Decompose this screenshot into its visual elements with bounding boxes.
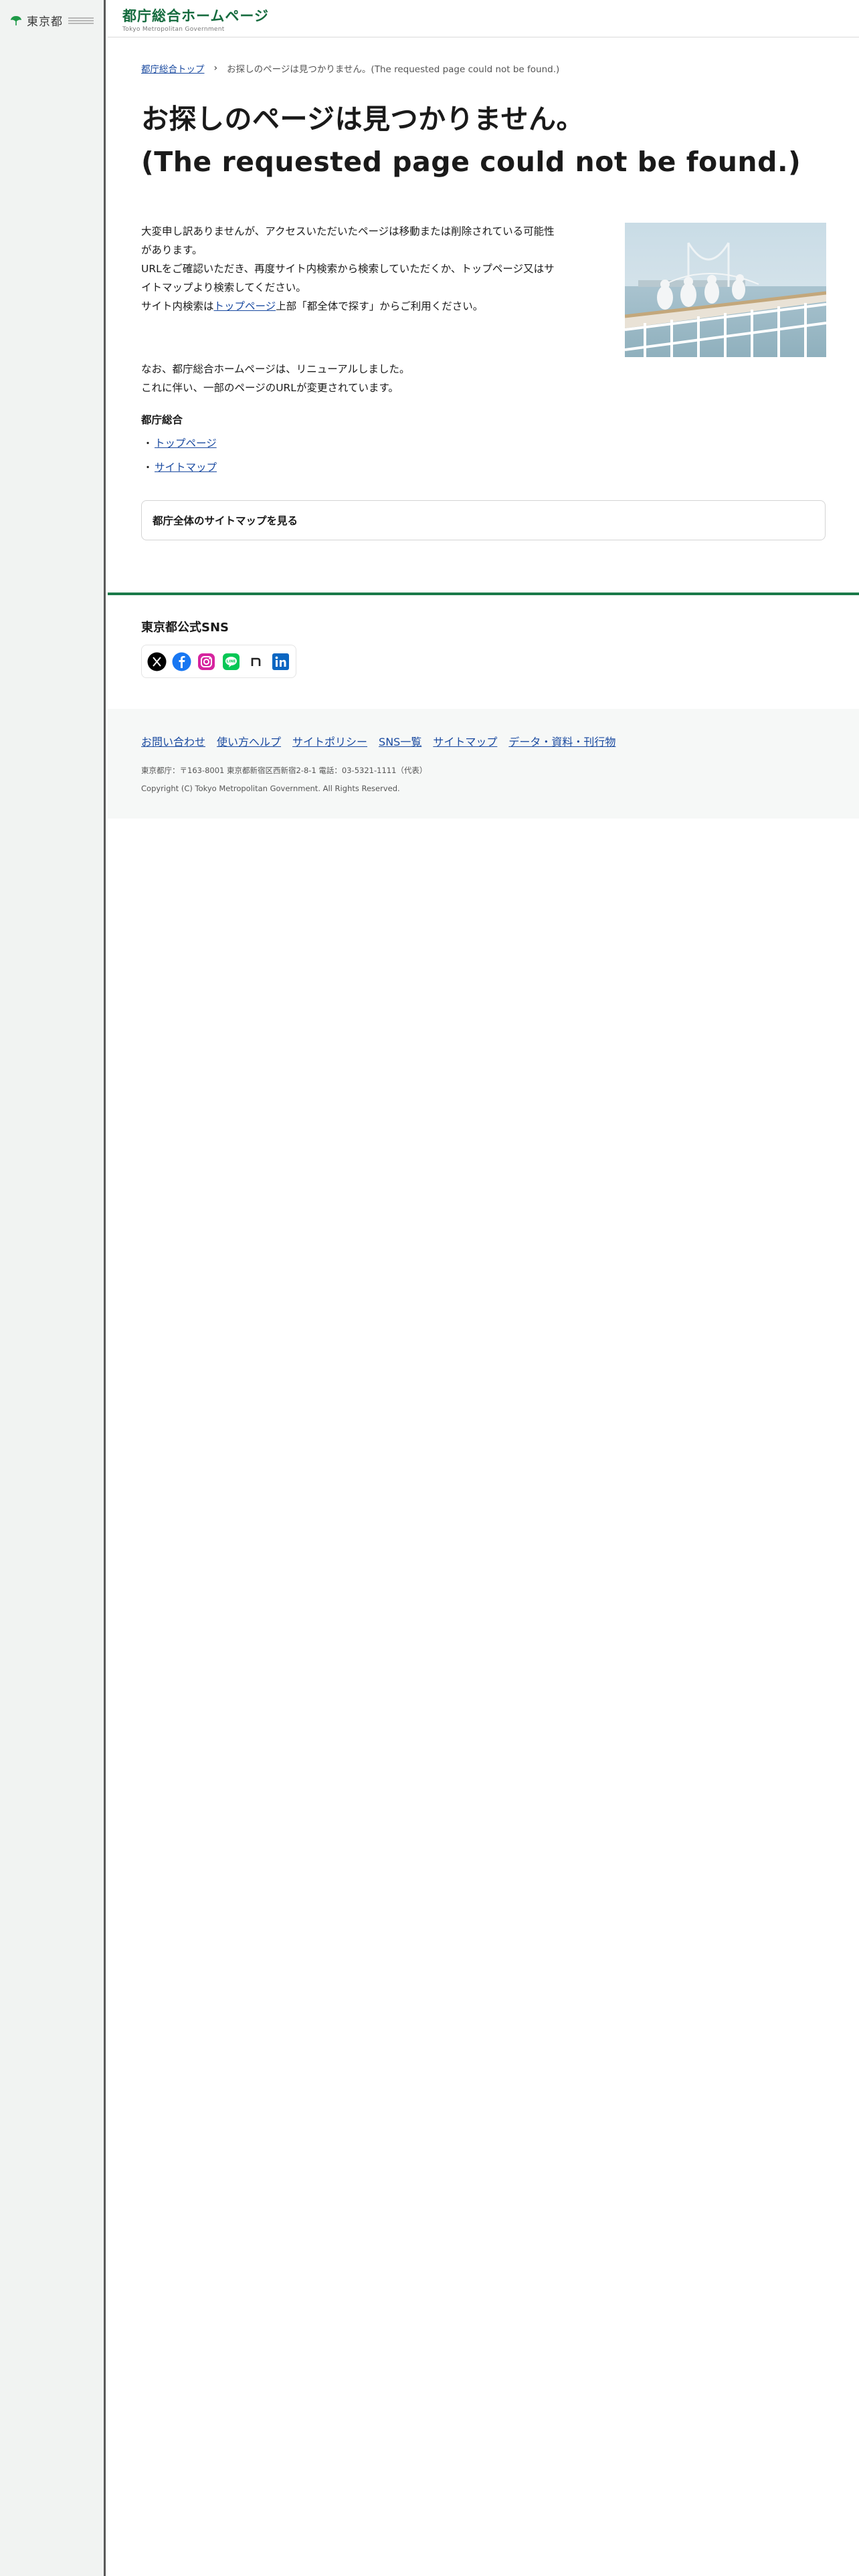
line-icon[interactable]: LINE [221,652,241,671]
page-title-en: (The requested page could not be found.) [141,146,801,178]
site-header: 都庁総合ホームページ Tokyo Metropolitan Government [108,0,859,37]
renewal-note: なお、都庁総合ホームページは、リニューアルしました。 これに伴い、一部のページの… [141,360,409,397]
footer-link-site-policy[interactable]: サイトポリシー [292,733,367,749]
breadcrumb: 都庁総合トップ › お探しのページは見つかりません。(The requested… [141,62,559,75]
note-line: これに伴い、一部のページのURLが変更されています。 [141,382,399,394]
message-line: イトマップより検索してください。 [141,282,306,294]
bullet: ・ [142,461,153,473]
svg-text:LINE: LINE [227,659,236,663]
message-line: 上部「都全体で探す」からご利用ください。 [276,300,484,312]
site-title-ja: 都庁総合ホームページ [122,8,269,24]
logo-text: 東京都 [27,15,63,29]
page-title-ja: お探しのページは見つかりません。 [141,103,584,135]
logo-subtext [68,17,94,24]
sitemap-link[interactable]: サイトマップ [155,459,217,474]
x-icon[interactable] [147,652,167,671]
error-message: 大変申し訳ありませんが、アクセスいただいたページは移動または削除されている可能性… [141,222,596,316]
top-page-link[interactable]: トップページ [155,435,217,450]
links-heading: 都庁総合 [141,414,183,426]
list-item: ・サイトマップ [141,455,217,479]
links-list: ・トップページ ・サイトマップ [141,431,217,479]
footer-link-data[interactable]: データ・資料・刊行物 [508,733,615,749]
footer-link-sns-list[interactable]: SNS一覧 [379,733,421,749]
site-footer: お問い合わせ 使い方ヘルプ サイトポリシー SNS一覧 サイトマップ データ・資… [108,709,859,819]
seagulls-bridge-photo [625,223,826,357]
message-line: サイト内検索は [141,300,214,312]
breadcrumb-current: お探しのページは見つかりません。(The requested page coul… [227,64,560,75]
sns-icon-bar: LINE [141,645,296,678]
note-icon[interactable] [246,652,266,671]
sns-heading: 東京都公式SNS [141,621,229,635]
full-sitemap-button[interactable]: 都庁全体のサイトマップを見る [141,500,826,540]
breadcrumb-home-link[interactable]: 都庁総合トップ [141,62,205,75]
footer-link-sitemap[interactable]: サイトマップ [433,733,497,749]
site-title[interactable]: 都庁総合ホームページ Tokyo Metropolitan Government [122,5,269,33]
footer-link-help[interactable]: 使い方ヘルプ [217,733,281,749]
chevron-right-icon: › [213,63,218,74]
list-item: ・トップページ [141,431,217,455]
footer-copyright: Copyright (C) Tokyo Metropolitan Governm… [141,784,400,793]
page-title: お探しのページは見つかりません。 (The requested page cou… [141,98,801,183]
instagram-icon[interactable] [197,652,216,671]
tokyo-government-logo[interactable]: 東京都 [9,12,94,29]
footer-address: 東京都庁：〒163-8001 東京都新宿区西新宿2-8-1 電話：03-5321… [141,766,427,775]
site-title-en: Tokyo Metropolitan Government [122,26,225,33]
top-page-inline-link[interactable]: トップページ [214,300,276,312]
facebook-icon[interactable] [172,652,191,671]
footer-link-contact[interactable]: お問い合わせ [141,733,205,749]
left-sidebar: 東京都 [0,0,106,2576]
message-line: があります。 [141,244,203,256]
bullet: ・ [142,437,153,449]
note-line: なお、都庁総合ホームページは、リニューアルしました。 [141,363,410,375]
message-line: URLをご確認いただき、再度サイト内検索から検索していただくか、トップページ又は… [141,263,555,275]
ginkgo-icon [11,15,21,25]
linkedin-icon[interactable] [271,652,290,671]
message-line: 大変申し訳ありませんが、アクセスいただいたページは移動または削除されている可能性 [141,225,555,237]
footer-divider [108,593,859,595]
footer-links: お問い合わせ 使い方ヘルプ サイトポリシー SNS一覧 サイトマップ データ・資… [141,733,615,749]
